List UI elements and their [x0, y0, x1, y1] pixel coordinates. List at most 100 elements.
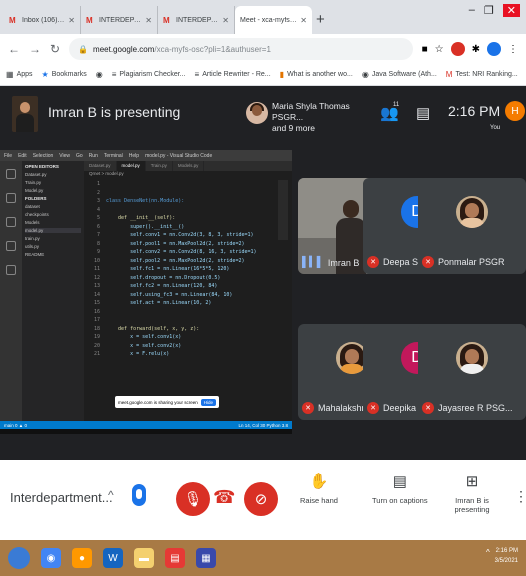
raise-hand-button[interactable]: ✋ Raise hand — [300, 472, 338, 505]
meet-stage: Imran B is presenting Maria Shyla Thomas… — [0, 86, 526, 504]
explorer-item: README — [25, 252, 45, 257]
explorer-item: OPEN EDITORS — [25, 164, 59, 169]
debug-icon — [6, 241, 16, 251]
meeting-clock: 2:16 PM — [448, 103, 501, 119]
chrome-icon[interactable]: ◉ — [41, 548, 61, 568]
page-icon: ≡ — [111, 70, 117, 79]
chevron-up-icon[interactable]: ^ — [486, 548, 490, 557]
chat-icon[interactable]: ▤ — [416, 104, 430, 122]
puzzle-icon[interactable]: ✱ — [472, 44, 480, 55]
file-explorer-icon[interactable]: ▬ — [134, 548, 154, 568]
minimize-button[interactable]: – — [469, 4, 475, 17]
profile-icon[interactable] — [487, 42, 501, 56]
browser-tab[interactable]: M INTERDEPARTMENTAL FDP-1 ✕ — [81, 6, 158, 34]
camera-blocked-icon[interactable]: ■ — [422, 44, 428, 55]
editor-tab: Models.py — [173, 161, 205, 171]
browser-tab-active[interactable]: ▶ Meet - xca-myfs-osc ✕ — [235, 6, 312, 34]
close-tab-icon[interactable]: ✕ — [222, 16, 229, 25]
code-line: 11 self.fc1 = nn.Linear(16*5*5, 120) — [93, 266, 230, 272]
code-line: 5 def __init__(self): — [96, 215, 176, 221]
code-line: 4 — [96, 206, 100, 213]
hang-up-button[interactable]: ☎ — [213, 487, 235, 508]
hide-share-notice-button: Hide — [200, 398, 217, 406]
close-tab-icon[interactable]: ✕ — [145, 16, 152, 25]
gmail-icon: M — [86, 15, 93, 25]
star-icon: ★ — [41, 70, 49, 79]
search-icon — [6, 193, 16, 203]
code-line: 17 — [93, 317, 100, 323]
presenter-thumbnail — [12, 96, 38, 132]
reload-icon[interactable]: ↻ — [50, 42, 60, 56]
explorer-item: FOLDERS — [25, 196, 47, 201]
self-avatar[interactable]: H — [505, 101, 525, 121]
forward-icon[interactable]: → — [29, 42, 41, 56]
bookmark-item[interactable]: ▮ What is another wo... — [280, 70, 353, 79]
meeting-title[interactable]: Interdepartment... — [10, 490, 113, 505]
bookmark-item[interactable]: M Test: NRI Ranking... — [446, 70, 518, 79]
shared-screen: File Edit Selection View Go Run Terminal… — [0, 150, 292, 434]
bookmark-item[interactable]: ◉ — [96, 70, 103, 79]
code-line: 13 self.fc2 = nn.Linear(120, 84) — [93, 283, 218, 289]
presenting-button[interactable]: ⊞ Imran B is presenting — [448, 472, 496, 514]
page-icon: ≡ — [194, 70, 200, 79]
participant-name: Jayasree R PSG... — [438, 403, 513, 413]
explorer-item: dataset — [25, 204, 40, 209]
firefox-icon[interactable]: ● — [72, 548, 92, 568]
menu-icon[interactable]: ⋮ — [508, 44, 518, 55]
speaking-icon: ▌▍▌ — [302, 257, 324, 268]
browser-tab[interactable]: M Inbox (106) - sabaskeshwin@gm ✕ — [4, 6, 81, 34]
word-icon[interactable]: W — [103, 548, 123, 568]
vscode-breadcrumb: Qrnet > model.py — [89, 171, 124, 176]
back-icon[interactable]: ← — [8, 42, 20, 56]
more-options-icon[interactable]: ⋮ — [514, 488, 526, 505]
globe-icon: ◉ — [95, 70, 103, 79]
participant-name: Deepa S — [383, 257, 419, 267]
code-line: 19 x = self.conv1(x) — [93, 334, 182, 340]
bookmark-item[interactable]: ≡ Article Rewriter - Re... — [195, 70, 271, 79]
gmail-icon: M — [445, 70, 453, 79]
bookmark-item[interactable]: ≡ Plagiarism Checker... — [112, 70, 186, 79]
globe-icon: ◉ — [361, 70, 369, 79]
mic-off-icon: ✕ — [422, 402, 434, 414]
hand-icon: ✋ — [309, 473, 329, 490]
close-tab-icon[interactable]: ✕ — [300, 16, 307, 25]
mic-toggle-button[interactable]: 🎙 — [176, 482, 210, 516]
avatar — [456, 342, 488, 374]
bookmark-apps[interactable]: ▦ Apps — [6, 70, 33, 79]
pdf-reader-icon[interactable]: ▤ — [165, 548, 185, 568]
url-input[interactable]: 🔒 meet.google.com /xca-myfs-osc?pli=1&au… — [69, 38, 413, 60]
window-controls: – ❐ ✕ — [469, 4, 520, 17]
bookmark-item[interactable]: ◉ Java Software (Ath... — [362, 70, 437, 79]
star-icon[interactable]: ☆ — [435, 44, 444, 55]
present-icon: ⊞ — [465, 473, 479, 490]
system-clock[interactable]: 2:16 PM 3/5/2021 — [495, 546, 518, 566]
close-window-button[interactable]: ✕ — [502, 4, 520, 17]
code-line: 8 self.pool1 = nn.MaxPool2d(2, stride=2) — [96, 240, 245, 247]
code-line: 7 self.conv1 = nn.Conv2d(3, 8, 3, stride… — [96, 232, 254, 238]
explorer-item: Model.py — [25, 188, 44, 193]
start-button[interactable] — [8, 547, 30, 569]
participant-tile[interactable]: ✕ Ponmalar PSGR — [418, 178, 526, 274]
shared-taskbar — [0, 429, 292, 434]
lock-icon: 🔒 — [78, 44, 89, 54]
browser-tab[interactable]: M INTERDEPARTMENTAL FDP-1 ✕ — [158, 6, 235, 34]
participant-name: Imran B — [327, 257, 360, 268]
bookmark-bookmarks[interactable]: ★ Bookmarks — [42, 70, 87, 79]
app-icon[interactable]: ▦ — [196, 548, 216, 568]
captions-button[interactable]: ▤ Turn on captions — [372, 472, 428, 505]
extension-icon[interactable] — [450, 42, 465, 56]
new-tab-button[interactable]: + — [316, 11, 325, 28]
close-tab-icon[interactable]: ✕ — [68, 16, 75, 25]
code-line: 10 self.pool2 = nn.MaxPool2d(2, stride=2… — [93, 257, 245, 264]
maximize-button[interactable]: ❐ — [484, 4, 494, 17]
participant-tile[interactable]: ✕ Jayasree R PSG... — [418, 324, 526, 420]
editor-tab: model.py — [116, 161, 146, 171]
gmail-icon: M — [9, 15, 16, 25]
code-line: 21 x = F.relu(x) — [93, 351, 170, 357]
mic-off-icon: ✕ — [367, 256, 379, 268]
vscode-tabs: Dataset.py model.py Train.py Models.py — [84, 161, 292, 171]
chevron-up-icon[interactable]: ^ — [108, 488, 114, 502]
meet-header: Imran B is presenting Maria Shyla Thomas… — [0, 86, 526, 146]
extensions-area: ■ ☆ ✱ ⋮ — [422, 42, 518, 56]
camera-toggle-button[interactable]: ⊘ — [244, 482, 278, 516]
